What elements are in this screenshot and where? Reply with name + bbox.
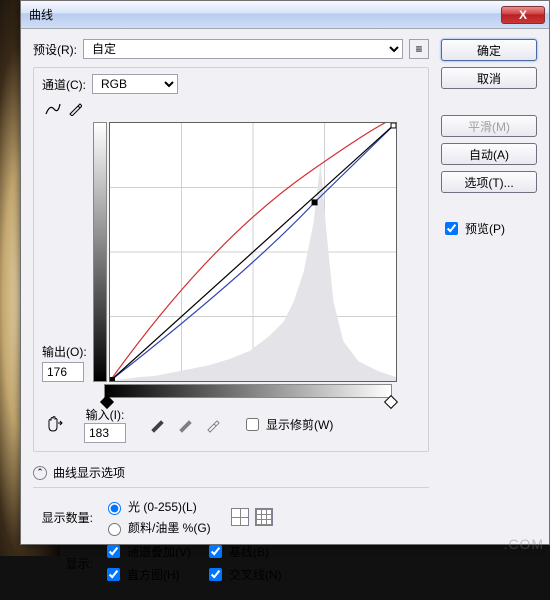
gray-eyedropper-icon[interactable] xyxy=(176,416,194,434)
preset-label: 预设(R): xyxy=(33,41,77,58)
menu-icon: ≡ xyxy=(415,42,422,56)
overlay-checkbox[interactable]: 通道叠加(V) xyxy=(103,542,191,561)
watermark: .COM xyxy=(503,536,544,552)
pencil-tool-icon[interactable] xyxy=(66,100,84,118)
channel-select[interactable]: RGB xyxy=(92,74,178,94)
light-radio[interactable]: 光 (0-255)(L) xyxy=(103,498,211,515)
histogram-checkbox[interactable]: 直方图(H) xyxy=(103,565,191,584)
titlebar[interactable]: 曲线 X xyxy=(21,1,549,29)
cancel-button[interactable]: 取消 xyxy=(441,67,537,89)
collapse-arrow-icon: ⌃ xyxy=(33,466,47,480)
curves-dialog: 曲线 X 预设(R): 自定 ≡ 通道(C): RGB xyxy=(20,0,550,545)
curve-graph[interactable] xyxy=(109,122,397,382)
input-label: 输入(I): xyxy=(86,406,125,423)
curve-tool-icon[interactable] xyxy=(44,100,62,118)
grid-coarse-icon[interactable] xyxy=(231,508,249,526)
input-input[interactable] xyxy=(84,423,126,443)
hand-tool-icon[interactable] xyxy=(42,413,66,437)
x-gradient[interactable] xyxy=(104,384,392,398)
black-eyedropper-icon[interactable] xyxy=(148,416,166,434)
ok-button[interactable]: 确定 xyxy=(441,39,537,61)
pigment-radio[interactable]: 颜料/油墨 %(G) xyxy=(103,519,211,536)
show-label: 显示: xyxy=(33,555,93,572)
close-button[interactable]: X xyxy=(501,6,545,24)
show-clipping-checkbox[interactable]: 显示修剪(W) xyxy=(242,415,333,434)
baseline-checkbox[interactable]: 基线(B) xyxy=(205,542,282,561)
white-eyedropper-icon[interactable] xyxy=(204,416,222,434)
preview-checkbox[interactable]: 预览(P) xyxy=(441,219,537,238)
display-options-toggle[interactable]: ⌃ 曲线显示选项 xyxy=(33,464,429,481)
y-gradient xyxy=(93,122,107,382)
auto-button[interactable]: 自动(A) xyxy=(441,143,537,165)
amount-label: 显示数量: xyxy=(33,509,93,526)
channel-label: 通道(C): xyxy=(42,76,86,93)
intersection-checkbox[interactable]: 交叉线(N) xyxy=(205,565,282,584)
divider xyxy=(33,487,429,488)
dialog-title: 曲线 xyxy=(29,6,501,23)
output-input[interactable] xyxy=(42,362,84,382)
grid-fine-icon[interactable] xyxy=(255,508,273,526)
output-label: 输出(O): xyxy=(42,343,87,360)
smooth-button: 平滑(M) xyxy=(441,115,537,137)
preset-select[interactable]: 自定 xyxy=(83,39,403,59)
preset-menu-button[interactable]: ≡ xyxy=(409,39,429,59)
options-button[interactable]: 选项(T)... xyxy=(441,171,537,193)
